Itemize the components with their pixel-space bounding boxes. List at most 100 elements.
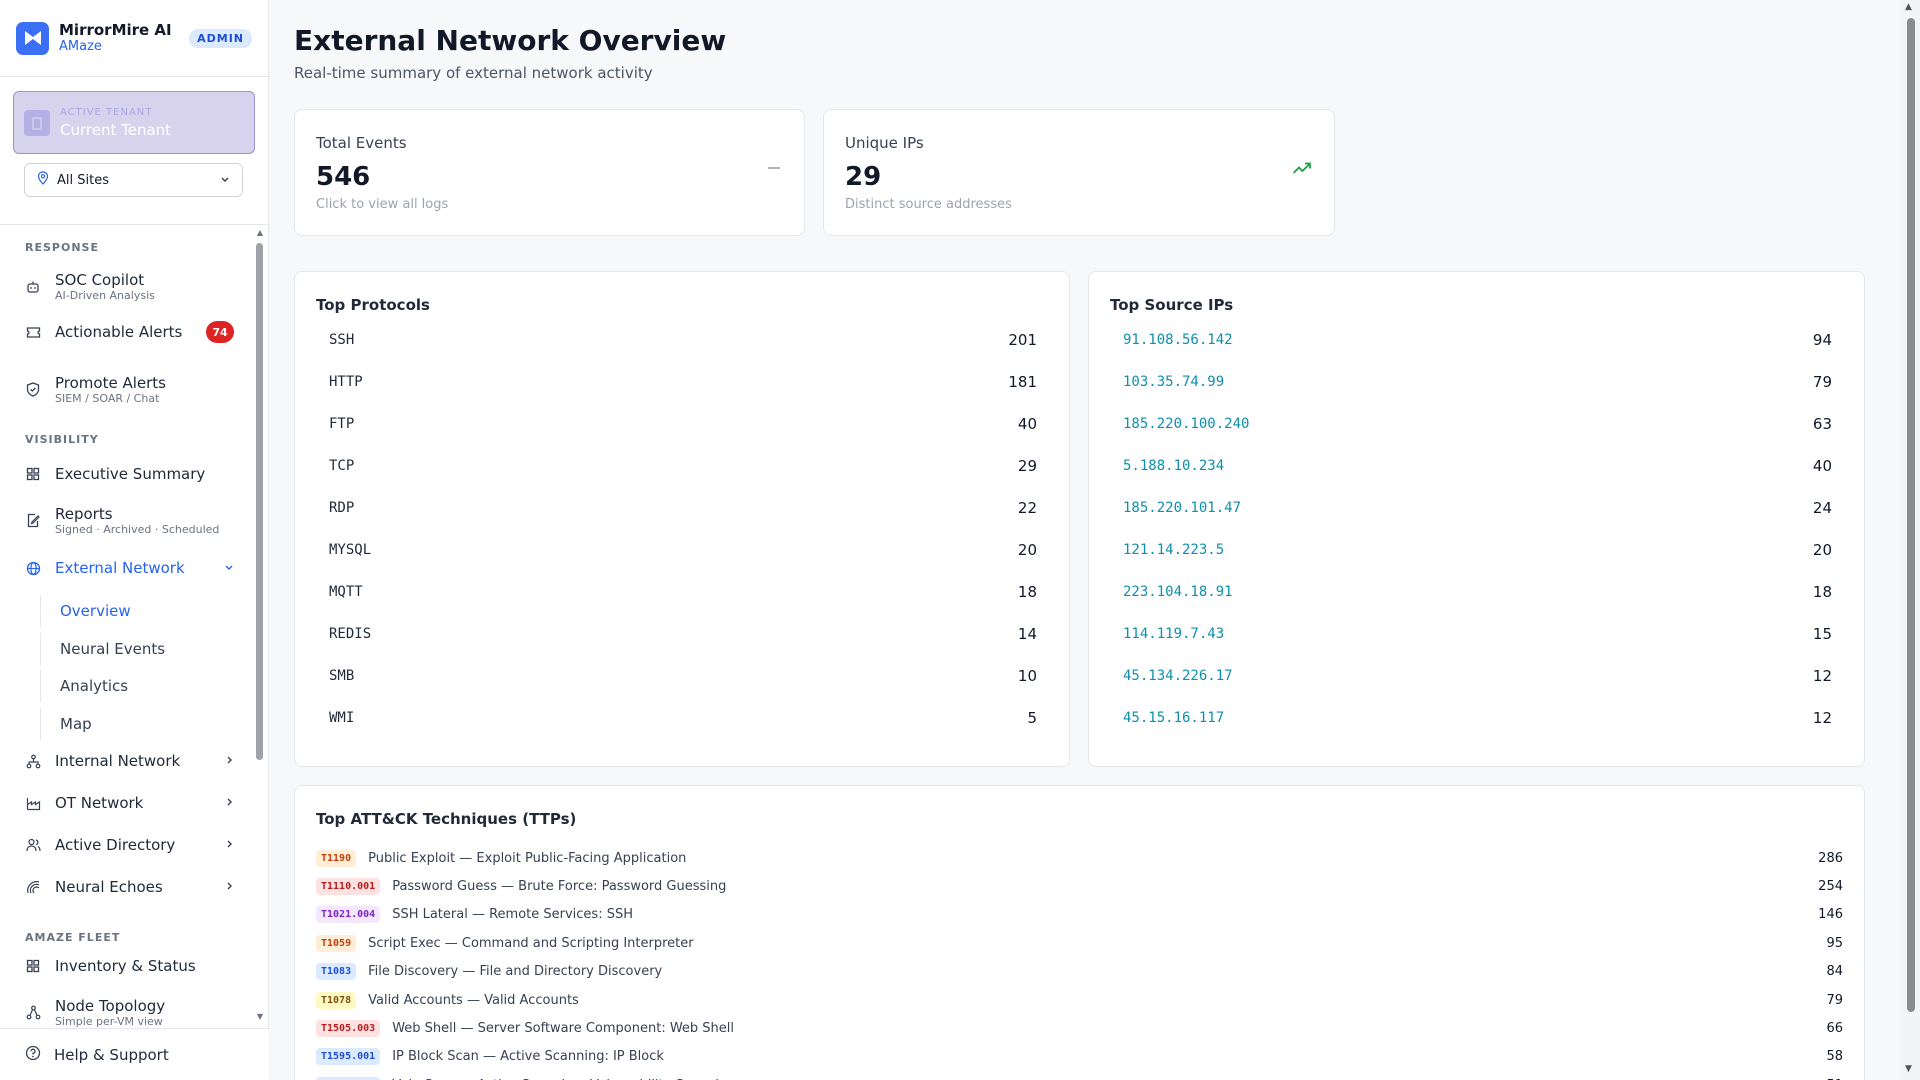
protocol-row[interactable]: WMI 5 (316, 697, 1037, 739)
map-pin-icon (37, 171, 49, 189)
ttp-id-badge: T1083 (316, 963, 357, 981)
chevron-right-icon (226, 796, 234, 810)
page-subtitle: Real-time summary of external network ac… (294, 64, 653, 82)
page-scrollbar-thumb[interactable] (1907, 18, 1915, 1012)
source-ip-row[interactable]: 91.108.56.142 94 (1110, 319, 1832, 361)
nav-item-internal-network[interactable]: Internal Network (24, 752, 234, 770)
source-ip-row[interactable]: 185.220.101.47 24 (1110, 487, 1832, 529)
chevron-right-icon (226, 838, 234, 852)
ttp-row[interactable]: T1595.002Vuln Scan — Active Scanning: Vu… (316, 1071, 1843, 1080)
nav-item-inventory[interactable]: Inventory & Status (24, 957, 234, 975)
source-ip-row-count: 12 (1812, 667, 1832, 685)
dashboard-grid-icon (24, 465, 42, 483)
source-ip-row-key[interactable]: 45.134.226.17 (1123, 668, 1233, 684)
source-ip-row[interactable]: 103.35.74.99 79 (1110, 361, 1832, 403)
nav-item-promote-alerts[interactable]: Promote Alerts SIEM / SOAR / Chat (24, 374, 234, 405)
protocol-row[interactable]: FTP 40 (316, 403, 1037, 445)
unique-ips-card: Unique IPs 29 Distinct source addresses (823, 109, 1335, 236)
scroll-down-arrow-icon[interactable]: ▼ (257, 1012, 263, 1021)
nav-label: Reports (55, 505, 113, 523)
brand-subtitle: AMaze (59, 39, 102, 54)
source-ip-row[interactable]: 5.188.10.234 40 (1110, 445, 1832, 487)
ticket-icon (24, 323, 42, 341)
nav-label: Executive Summary (55, 465, 206, 483)
total-events-card[interactable]: Total Events 546 Click to view all logs (294, 109, 805, 236)
protocol-row[interactable]: MQTT 18 (316, 571, 1037, 613)
protocol-row[interactable]: RDP 22 (316, 487, 1037, 529)
subnav-neural-events[interactable]: Neural Events (40, 633, 240, 665)
source-ip-row-key[interactable]: 185.220.101.47 (1123, 500, 1241, 516)
ttp-row[interactable]: T1083 File Discovery — File and Directory… (316, 958, 1843, 986)
ttp-id-badge: T1190 (316, 849, 357, 867)
ttp-row[interactable]: T1021.004 SSH Lateral — Remote Services: … (316, 901, 1843, 929)
ttp-row[interactable]: T1505.003 Web Shell — Server Software Com… (316, 1014, 1843, 1042)
nav-item-soc-copilot[interactable]: SOC Copilot AI-Driven Analysis (24, 271, 234, 302)
site-select[interactable]: All Sites (24, 163, 243, 197)
source-ip-row-key[interactable]: 5.188.10.234 (1123, 458, 1224, 474)
subnav-map[interactable]: Map (40, 708, 240, 740)
nav-item-active-directory[interactable]: Active Directory (24, 836, 234, 854)
protocol-row[interactable]: SMB 10 (316, 655, 1037, 697)
ttp-count: 254 (1818, 879, 1843, 895)
subnav-overview[interactable]: Overview (40, 595, 240, 627)
source-ip-row-key[interactable]: 223.104.18.91 (1123, 584, 1233, 600)
stat-description: Distinct source addresses (845, 197, 1012, 212)
ttp-row[interactable]: T1078 Valid Accounts — Valid Accounts 79 (316, 986, 1843, 1014)
sidebar-scrollbar[interactable] (256, 243, 263, 760)
page-scroll-up-icon[interactable]: ▲ (1905, 2, 1912, 12)
source-ip-row-count: 20 (1812, 541, 1832, 559)
help-support-link[interactable]: Help & Support (0, 1028, 269, 1080)
protocol-row[interactable]: TCP 29 (316, 445, 1037, 487)
nav-item-external-network[interactable]: External Network (24, 559, 234, 577)
chevron-right-icon (226, 880, 234, 894)
card-title: Top Source IPs (1110, 296, 1234, 314)
chevron-down-icon (220, 173, 230, 188)
protocol-row-count: 40 (1017, 415, 1037, 433)
source-ip-row-key[interactable]: 45.15.16.117 (1123, 710, 1224, 726)
ttp-row[interactable]: T1190 Public Exploit — Exploit Public-Fac… (316, 844, 1843, 872)
page-scroll-down-icon[interactable]: ▼ (1905, 1064, 1912, 1074)
nav-item-node-topology[interactable]: Node Topology Simple per-VM view (24, 997, 234, 1028)
protocol-row[interactable]: MYSQL 20 (316, 529, 1037, 571)
main-content: External Network Overview Real-time summ… (269, 0, 1901, 1080)
source-ip-row-count: 18 (1812, 583, 1832, 601)
source-ip-row-key[interactable]: 91.108.56.142 (1123, 332, 1233, 348)
ttp-row[interactable]: T1059 Script Exec — Command and Scripting… (316, 929, 1843, 957)
ttp-row[interactable]: T1110.001 Password Guess — Brute Force: P… (316, 872, 1843, 900)
ttp-id-badge: T1078 (316, 991, 357, 1009)
ttp-count: 66 (1826, 1021, 1843, 1037)
alert-count-badge: 74 (206, 321, 234, 343)
source-ip-row-key[interactable]: 185.220.100.240 (1123, 416, 1249, 432)
source-ip-row[interactable]: 45.134.226.17 12 (1110, 655, 1832, 697)
nav-item-neural-echoes[interactable]: Neural Echoes (24, 878, 234, 896)
source-ip-row[interactable]: 121.14.223.5 20 (1110, 529, 1832, 571)
source-ip-row[interactable]: 185.220.100.240 63 (1110, 403, 1832, 445)
source-ip-row[interactable]: 45.15.16.117 12 (1110, 697, 1832, 739)
protocol-row-key: MQTT (329, 584, 363, 600)
source-ip-row[interactable]: 223.104.18.91 18 (1110, 571, 1832, 613)
source-ip-row-key[interactable]: 114.119.7.43 (1123, 626, 1224, 642)
ttp-row[interactable]: T1595.001 IP Block Scan — Active Scanning… (316, 1043, 1843, 1071)
source-ip-row[interactable]: 114.119.7.43 15 (1110, 613, 1832, 655)
subnav-analytics[interactable]: Analytics (40, 670, 240, 702)
protocol-row-count: 29 (1017, 457, 1037, 475)
nav-sublabel: Simple per-VM view (55, 1015, 163, 1028)
source-ip-row-key[interactable]: 103.35.74.99 (1123, 374, 1224, 390)
protocol-row-key: HTTP (329, 374, 363, 390)
scroll-up-arrow-icon[interactable]: ▲ (257, 228, 263, 237)
nav-item-reports[interactable]: Reports Signed · Archived · Scheduled (24, 505, 234, 536)
source-ip-row-count: 63 (1812, 415, 1832, 433)
nav-item-executive-summary[interactable]: Executive Summary (24, 465, 234, 483)
nav-item-actionable-alerts[interactable]: Actionable Alerts 74 (24, 321, 234, 343)
source-ip-row-key[interactable]: 121.14.223.5 (1123, 542, 1224, 558)
active-tenant-selector[interactable]: ACTIVE TENANT Current Tenant (13, 91, 255, 154)
protocol-row[interactable]: REDIS 14 (316, 613, 1037, 655)
file-edit-icon (24, 512, 42, 530)
protocol-row[interactable]: HTTP 181 (316, 361, 1037, 403)
nav-label: Promote Alerts (55, 374, 166, 392)
protocol-row[interactable]: SSH 201 (316, 319, 1037, 361)
nav-item-ot-network[interactable]: OT Network (24, 794, 234, 812)
protocol-row-count: 14 (1017, 625, 1037, 643)
chevron-down-icon (224, 561, 234, 575)
top-ttps-card: Top ATT&CK Techniques (TTPs) T1190 Public… (294, 785, 1865, 1080)
